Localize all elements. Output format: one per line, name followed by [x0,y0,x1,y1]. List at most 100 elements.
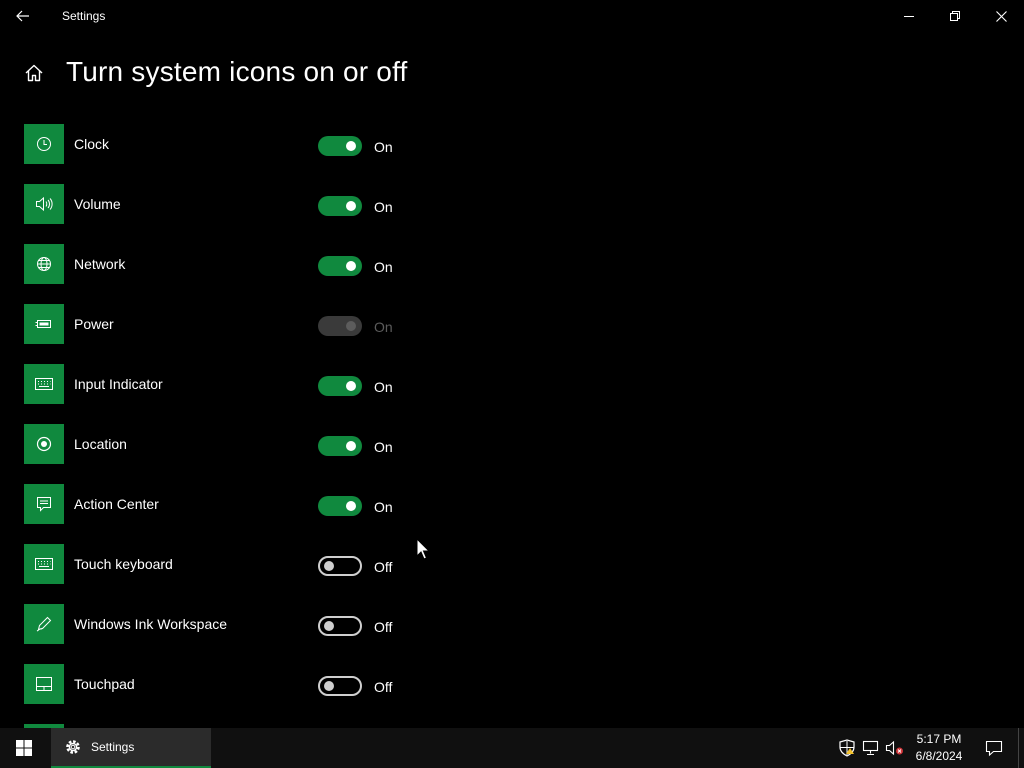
windows-ink-toggle[interactable] [318,616,362,636]
toggle-knob [346,321,356,331]
system-icons-list: Clock On Volume On Network On Power On I… [24,124,444,724]
taskbar-settings-app[interactable]: Settings [51,728,211,768]
setting-row-windows-ink: Windows Ink Workspace Off [24,604,444,664]
location-tile [24,424,64,464]
toggle-state-label: Off [374,619,393,635]
touchpad-icon [36,677,52,691]
setting-label: Touchpad [74,676,135,692]
network-tile [24,244,64,284]
toggle-knob [346,441,356,451]
toggle-state-label: On [374,439,393,455]
toggle-knob [324,681,334,691]
action-center-icon [37,497,51,512]
toggle-state-label: On [374,199,393,215]
setting-label: Volume [74,196,121,212]
minimize-button[interactable] [886,0,932,32]
volume-muted-tray-icon[interactable] [885,738,905,758]
setting-row-touch-keyboard: Touch keyboard Off [24,544,444,604]
toggle-knob [324,621,334,631]
input-indicator-toggle[interactable] [318,376,362,396]
keyboard-icon [35,378,53,390]
setting-label: Input Indicator [74,376,163,392]
toggle-knob [346,261,356,271]
setting-row-volume: Volume On [24,184,444,244]
minimize-icon [904,16,914,17]
clock-icon [37,137,51,151]
toggle-state-label: On [374,259,393,275]
windows-ink-tile [24,604,64,644]
notification-icon [985,740,1003,757]
toggle-knob [346,381,356,391]
toggle-knob [346,201,356,211]
toggle-state-label: On [374,319,393,335]
volume-tile [24,184,64,224]
clock-toggle[interactable] [318,136,362,156]
back-arrow-icon [16,10,29,22]
touch-keyboard-toggle[interactable] [318,556,362,576]
action-center-button[interactable] [976,728,1012,768]
touchpad-tile [24,664,64,704]
touchpad-toggle[interactable] [318,676,362,696]
close-icon [995,10,1007,22]
location-icon [36,436,52,452]
action-center-tile [24,484,64,524]
setting-row-power: Power On [24,304,444,364]
toggle-state-label: Off [374,559,393,575]
toggle-state-label: On [374,139,393,155]
clock-date: 6/8/2024 [915,749,963,763]
start-button[interactable] [0,728,48,768]
battery-icon [35,320,51,328]
window-title: Settings [62,9,106,23]
setting-row-input-indicator: Input Indicator On [24,364,444,424]
network-tray-icon[interactable] [861,738,881,758]
show-desktop-button[interactable] [1018,728,1024,768]
close-button[interactable] [978,0,1024,32]
home-button[interactable] [20,58,48,88]
touch-keyboard-tile [24,544,64,584]
page-title: Turn system icons on or off [66,56,408,87]
clock-tile [24,124,64,164]
setting-label: Touch keyboard [74,556,173,572]
setting-row-clock: Clock On [24,124,444,184]
taskbar-clock[interactable]: 5:17 PM 6/8/2024 [908,731,970,765]
toggle-state-label: On [374,379,393,395]
toggle-knob [346,501,356,511]
restore-icon [950,11,960,21]
setting-label: Clock [74,136,110,152]
pen-icon [36,616,52,632]
setting-row-touchpad: Touchpad Off [24,664,444,724]
setting-label: Action Center [74,496,159,512]
setting-label: Location [74,436,127,452]
power-toggle [318,316,362,336]
setting-label: Windows Ink Workspace [74,616,228,632]
back-button[interactable] [0,0,46,32]
clock-time: 5:17 PM [916,732,962,746]
setting-row-location: Location On [24,424,444,484]
volume-toggle[interactable] [318,196,362,216]
toggle-state-label: Off [374,679,393,695]
setting-label: Power [74,316,114,332]
globe-icon [37,257,51,271]
input-indicator-tile [24,364,64,404]
power-tile [24,304,64,344]
taskbar: Settings 5:17 PM 6/8/2024 [0,728,1024,768]
security-shield-icon[interactable] [837,738,857,758]
network-toggle[interactable] [318,256,362,276]
toggle-knob [324,561,334,571]
action-center-toggle[interactable] [318,496,362,516]
toggle-knob [346,141,356,151]
taskbar-app-label: Settings [91,740,135,754]
setting-row-network: Network On [24,244,444,304]
gear-icon [63,737,83,757]
keyboard-icon [35,558,53,570]
location-toggle[interactable] [318,436,362,456]
restore-button[interactable] [932,0,978,32]
home-icon [25,64,43,82]
setting-row-action-center: Action Center On [24,484,444,544]
volume-icon [36,196,53,212]
title-bar: Settings [0,0,1024,32]
setting-label: Network [74,256,126,272]
mouse-cursor-icon [416,538,430,560]
toggle-state-label: On [374,499,393,515]
windows-logo-icon [16,740,32,756]
